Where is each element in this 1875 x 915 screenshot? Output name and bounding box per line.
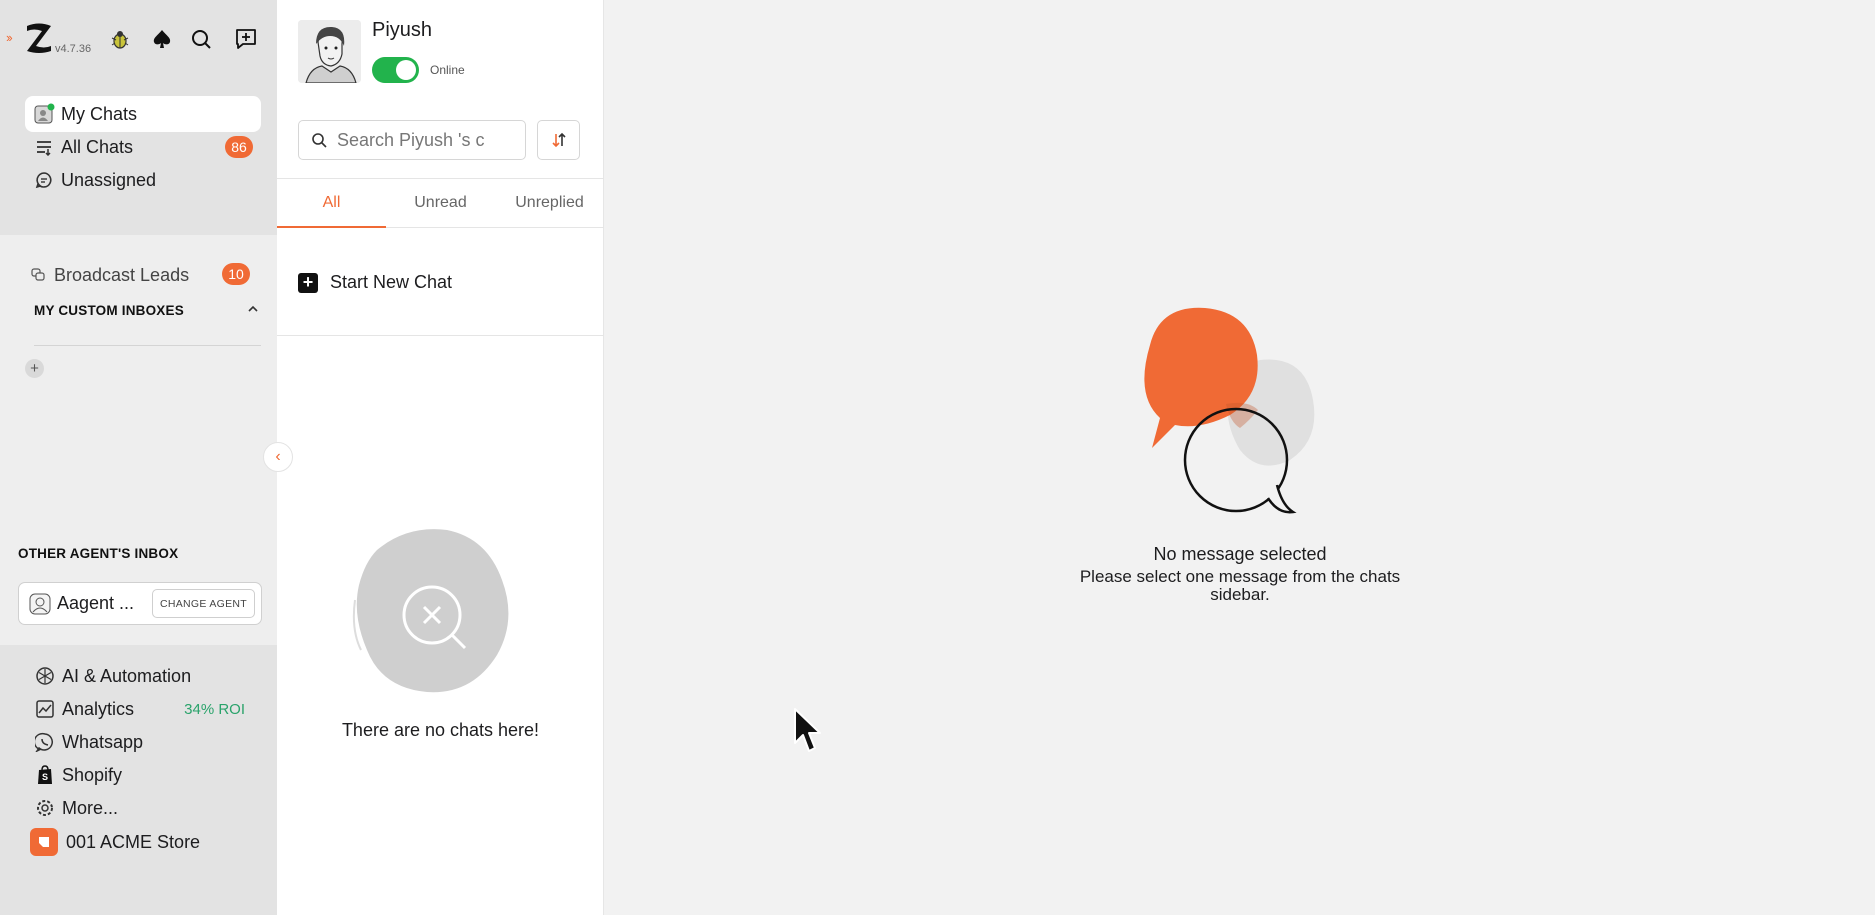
section-divider	[34, 345, 261, 346]
all-chats-count-badge: 86	[225, 136, 253, 158]
broadcast-count-badge: 10	[222, 263, 250, 285]
whatsapp-label: Whatsapp	[62, 731, 144, 752]
collapse-sidebar-button[interactable]: ‹	[263, 442, 293, 472]
nav-all-chats[interactable]: All Chats 86	[25, 129, 261, 165]
chat-bubble-icon	[33, 169, 55, 191]
store-label: 001 ACME Store	[66, 831, 201, 852]
shopify-label: Shopify	[62, 764, 123, 785]
plus-square-icon: +	[298, 272, 318, 293]
ai-icon	[35, 666, 55, 686]
sort-button[interactable]	[537, 120, 580, 160]
start-new-chat-label: Start New Chat	[330, 272, 453, 292]
store-icon	[30, 828, 58, 856]
change-agent-button[interactable]: CHANGE AGENT	[151, 589, 255, 618]
sidebar-topbar: ›› v4.7.36	[0, 0, 277, 80]
app-window: ›› v4.7.36 My Chats All Chats 86 Unassig…	[0, 0, 1875, 915]
spade-icon[interactable]	[148, 25, 176, 53]
nav-more[interactable]: More...	[35, 793, 265, 823]
agent-selector[interactable]: Aagent ... CHANGE AGENT	[18, 582, 262, 625]
my-chats-icon	[33, 103, 55, 125]
other-agent-heading: OTHER AGENT'S INBOX	[18, 546, 179, 561]
broadcast-icon	[30, 267, 46, 283]
no-message-subtitle: Please select one message from the chats…	[1079, 567, 1401, 604]
search-input[interactable]	[337, 129, 517, 151]
nav-analytics[interactable]: Analytics 34% ROI	[35, 694, 265, 724]
tab-unread[interactable]: Unread	[386, 179, 495, 227]
nav-ai-automation[interactable]: AI & Automation	[35, 661, 265, 691]
gear-icon	[35, 798, 55, 818]
nav-label: All Chats	[61, 136, 134, 157]
inbox-panel: Broadcast Leads 10 MY CUSTOM INBOXES + O…	[0, 235, 277, 645]
list-icon	[33, 136, 55, 158]
empty-chats-illustration	[352, 529, 509, 693]
shopify-icon: S	[35, 765, 55, 785]
add-inbox-button[interactable]: +	[25, 359, 44, 378]
more-label: More...	[62, 797, 119, 818]
analytics-label: Analytics	[62, 698, 135, 719]
custom-inboxes-heading: MY CUSTOM INBOXES	[34, 303, 184, 318]
bug-icon[interactable]	[106, 25, 134, 53]
expand-arrows-icon[interactable]: ››	[6, 30, 13, 45]
toggle-knob	[396, 60, 416, 80]
whatsapp-icon	[35, 732, 55, 752]
bottom-nav: AI & Automation Analytics 34% ROI Whatsa…	[0, 645, 277, 915]
user-name: Piyush	[372, 19, 433, 41]
svg-text:S: S	[42, 772, 48, 782]
version-label: v4.7.36	[55, 43, 92, 55]
list-divider	[277, 335, 604, 336]
no-message-title: No message selected	[1153, 544, 1327, 564]
avatar[interactable]	[298, 20, 361, 83]
broadcast-label: Broadcast Leads	[54, 264, 190, 285]
nav-label: My Chats	[61, 103, 138, 124]
search-icon	[312, 133, 327, 148]
chevron-up-icon[interactable]	[246, 302, 260, 316]
sidebar: ›› v4.7.36 My Chats All Chats 86 Unassig…	[0, 0, 277, 915]
store-switcher[interactable]: 001 ACME Store	[30, 827, 260, 857]
logo-icon	[27, 23, 51, 53]
status-label: Online	[430, 63, 465, 77]
mouse-cursor-icon	[794, 708, 821, 752]
empty-chats-text: There are no chats here!	[341, 720, 540, 740]
analytics-icon	[35, 699, 55, 719]
agent-name: Aagent ...	[57, 593, 135, 613]
nav-shopify[interactable]: S Shopify	[35, 760, 265, 790]
online-toggle[interactable]	[372, 57, 419, 83]
search-icon[interactable]	[187, 25, 215, 53]
broadcast-leads-item[interactable]: Broadcast Leads 10	[30, 260, 250, 290]
nav-label: Unassigned	[61, 169, 157, 190]
chat-tabs: All Unread Unreplied	[277, 178, 604, 228]
roi-badge: 34% ROI	[184, 700, 245, 718]
search-box[interactable]	[298, 120, 526, 160]
sort-icon	[551, 132, 566, 148]
chat-list-panel: Piyush Online All Unread Unreplied + Sta…	[277, 0, 604, 915]
ai-automation-label: AI & Automation	[62, 665, 192, 686]
primary-nav: My Chats All Chats 86 Unassigned	[0, 80, 277, 235]
tab-unreplied[interactable]: Unreplied	[495, 179, 604, 227]
agent-avatar-icon	[29, 593, 51, 614]
chat-bubbles-illustration	[1144, 307, 1315, 514]
start-new-chat-button[interactable]: + Start New Chat	[298, 272, 452, 293]
nav-my-chats[interactable]: My Chats	[25, 96, 261, 132]
new-chat-icon[interactable]	[232, 25, 260, 53]
nav-unassigned[interactable]: Unassigned	[25, 162, 261, 198]
nav-whatsapp[interactable]: Whatsapp	[35, 727, 265, 757]
tab-all[interactable]: All	[277, 179, 386, 228]
